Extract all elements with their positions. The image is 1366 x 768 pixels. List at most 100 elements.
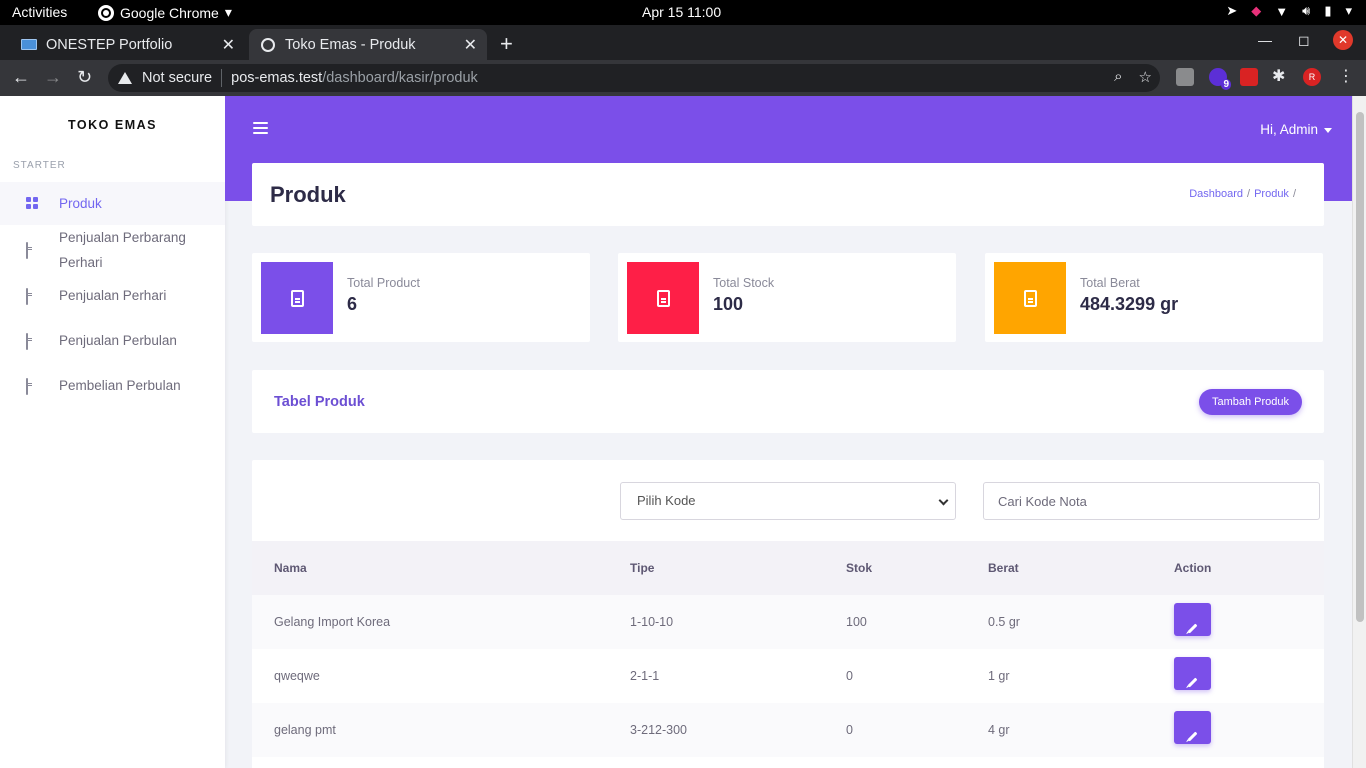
- caret-down-icon: [1324, 127, 1332, 133]
- stat-card-total-berat: Total Berat 484.3299 gr: [985, 253, 1323, 342]
- globe-icon: [259, 37, 277, 52]
- minimize-button[interactable]: —: [1258, 32, 1272, 48]
- scrollbar-thumb[interactable]: [1356, 112, 1364, 622]
- clock[interactable]: Apr 15 11:00: [642, 4, 721, 20]
- table-row: qweqwe 2-1-1 0 1 gr: [252, 649, 1324, 703]
- hamburger-menu-icon[interactable]: [253, 122, 268, 137]
- zoom-icon[interactable]: ⌕: [1114, 68, 1122, 86]
- cell-stok: 100: [846, 615, 867, 629]
- close-icon[interactable]: ✕: [222, 35, 235, 55]
- close-window-button[interactable]: ✕: [1333, 30, 1353, 50]
- cell-nama: Gelang Import Korea: [274, 615, 391, 629]
- tabel-produk-card: Tabel Produk Tambah Produk: [252, 370, 1324, 433]
- user-greeting: Hi, Admin: [1260, 122, 1318, 137]
- sidebar-item-pembelian-perbulan[interactable]: Pembelian Perbulan: [0, 373, 225, 403]
- url-path[interactable]: /dashboard/kasir/produk: [322, 70, 478, 86]
- edit-button[interactable]: [1174, 657, 1211, 690]
- chevron-down-icon: ▾: [224, 4, 232, 20]
- sidebar-item-penjualan-perbarang-perhari[interactable]: Penjualan Perbarang Perhari: [0, 225, 225, 275]
- pilih-kode-select[interactable]: Pilih Kode: [620, 482, 956, 520]
- cell-nama: gelang pmt: [274, 723, 336, 737]
- tab-title: ONESTEP Portfolio: [46, 36, 173, 53]
- url-host[interactable]: pos-emas.test: [231, 70, 322, 86]
- breadcrumb-dashboard[interactable]: Dashboard: [1189, 188, 1243, 200]
- document-icon: [994, 262, 1066, 334]
- warning-icon[interactable]: [118, 72, 132, 84]
- back-button[interactable]: ←: [12, 67, 30, 88]
- sidebar-item-penjualan-perbulan[interactable]: Penjualan Perbulan: [0, 328, 225, 358]
- page-title: Produk: [270, 182, 346, 207]
- sidebar: TOKO EMAS STARTER Produk Penjualan Perba…: [0, 96, 225, 768]
- stat-label: Total Berat: [1080, 276, 1140, 290]
- sidebar-section-label: STARTER: [13, 160, 66, 171]
- stat-label: Total Stock: [713, 276, 775, 290]
- chevron-down-icon[interactable]: ▾: [1345, 3, 1352, 19]
- brand-logo[interactable]: TOKO EMAS: [0, 118, 225, 132]
- tab-strip: ONESTEP Portfolio ✕ Toko Emas - Produk ✕…: [0, 25, 1366, 60]
- stat-value: 6: [347, 294, 358, 314]
- grid-icon: [26, 197, 38, 209]
- cell-tipe: 3-212-300: [630, 723, 687, 737]
- omnibox[interactable]: Not secure pos-emas.test /dashboard/kasi…: [108, 64, 1160, 92]
- column-header-nama: Nama: [274, 561, 307, 575]
- cell-nama: qweqwe: [274, 669, 320, 683]
- stat-value: 484.3299 gr: [1080, 294, 1179, 314]
- extensions-puzzle-icon[interactable]: ✱: [1272, 66, 1290, 85]
- breadcrumb: Dashboard / Produk /: [1189, 188, 1296, 200]
- cell-tipe: 2-1-1: [630, 669, 660, 683]
- wifi-icon: ▼: [1275, 3, 1289, 19]
- cell-berat: 1 gr: [988, 669, 1010, 683]
- forward-button[interactable]: →: [44, 67, 62, 88]
- breadcrumb-produk[interactable]: Produk: [1254, 188, 1289, 200]
- edit-button[interactable]: [1174, 711, 1211, 744]
- file-icon: [26, 242, 28, 259]
- column-header-berat: Berat: [988, 561, 1019, 575]
- maximize-button[interactable]: ◻: [1298, 32, 1310, 49]
- cell-stok: 0: [846, 723, 853, 737]
- profile-avatar[interactable]: R: [1303, 68, 1321, 86]
- edit-button[interactable]: [1174, 603, 1211, 636]
- cari-kode-nota-input[interactable]: [983, 482, 1320, 520]
- table-row: gelang pmt 3-212-300 0 4 gr: [252, 703, 1324, 757]
- pencil-icon: [1187, 677, 1198, 688]
- pencil-icon: [1187, 623, 1198, 634]
- sidebar-item-penjualan-perhari[interactable]: Penjualan Perhari: [0, 283, 225, 313]
- close-icon[interactable]: ✕: [464, 35, 477, 55]
- extension-devtools-icon[interactable]: [1176, 68, 1194, 86]
- chrome-icon: [98, 4, 114, 21]
- column-header-stok: Stok: [846, 561, 873, 575]
- sidebar-item-label: Penjualan Perbulan: [59, 333, 177, 348]
- tabel-title: Tabel Produk: [274, 394, 365, 410]
- extension-badge-icon[interactable]: 9: [1209, 68, 1231, 90]
- user-menu[interactable]: Hi, Admin: [1260, 122, 1332, 137]
- web-page: TOKO EMAS STARTER Produk Penjualan Perba…: [0, 96, 1366, 768]
- file-icon: [26, 333, 28, 350]
- tab-onestep-portfolio[interactable]: ONESTEP Portfolio ✕: [0, 29, 245, 60]
- cell-berat: 4 gr: [988, 723, 1010, 737]
- app-indicator-icon[interactable]: ◆: [1251, 3, 1261, 19]
- not-secure-label[interactable]: Not secure: [142, 70, 212, 86]
- produk-table-card: Pilih Kode Nama Tipe Stok Berat Action G…: [252, 460, 1324, 768]
- chrome-menu-icon[interactable]: ⋮: [1338, 66, 1356, 85]
- tab-title: Toko Emas - Produk: [285, 36, 416, 53]
- laptop-icon: [20, 38, 38, 52]
- telegram-icon[interactable]: ➤: [1226, 3, 1237, 19]
- page-scrollbar[interactable]: [1352, 96, 1366, 768]
- battery-icon: ▮: [1324, 3, 1332, 18]
- bookmark-star-icon[interactable]: ☆: [1139, 68, 1152, 86]
- document-icon: [627, 262, 699, 334]
- activities-button[interactable]: Activities: [12, 4, 67, 20]
- column-header-tipe: Tipe: [630, 561, 655, 575]
- volume-icon: 🔊︎: [1302, 3, 1311, 18]
- system-tray[interactable]: ➤ ◆ ▼ 🔊︎ ▮ ▾: [1226, 3, 1352, 19]
- sidebar-item-label: Penjualan Perhari: [59, 288, 167, 303]
- sidebar-item-produk[interactable]: Produk: [0, 182, 225, 225]
- app-menu[interactable]: Google Chrome ▾: [98, 4, 232, 21]
- tambah-produk-button[interactable]: Tambah Produk: [1198, 389, 1302, 415]
- extension-red-icon[interactable]: [1240, 68, 1258, 86]
- select-value: Pilih Kode: [637, 493, 696, 508]
- new-tab-button[interactable]: +: [500, 31, 513, 57]
- reload-button[interactable]: ↻: [77, 67, 92, 88]
- table-header: Nama Tipe Stok Berat Action: [252, 541, 1324, 595]
- tab-toko-emas-produk[interactable]: Toko Emas - Produk ✕: [249, 29, 487, 60]
